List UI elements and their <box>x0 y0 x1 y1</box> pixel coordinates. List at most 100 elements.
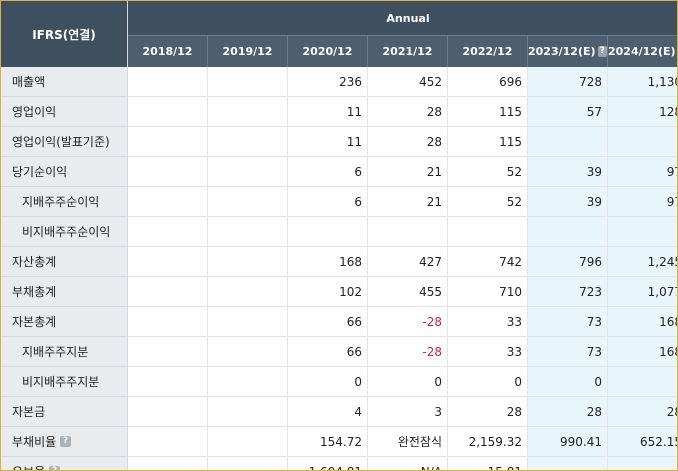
row-label: 자본총계 <box>1 307 128 337</box>
table-cell: 21 <box>368 187 448 217</box>
column-header-5: 2023/12(E)? <box>528 36 608 67</box>
table-cell <box>608 367 677 397</box>
row-label: 매출액 <box>1 67 128 97</box>
column-header-label: 2021/12 <box>382 45 433 58</box>
column-header-label: 2023/12(E) <box>528 45 596 58</box>
table-cell <box>528 217 608 247</box>
row-label-text: 부채총계 <box>12 285 57 299</box>
table-cell <box>128 217 208 247</box>
table-cell: 완전잠식 <box>368 427 448 457</box>
table-cell: 455 <box>368 277 448 307</box>
row-label: 부채비율? <box>1 427 128 457</box>
table-cell: 168 <box>608 307 677 337</box>
help-icon[interactable]: ? <box>597 46 607 57</box>
table-cell: -28 <box>368 337 448 367</box>
row-label: 영업이익(발표기준) <box>1 127 128 157</box>
table-cell: 1,604.81 <box>288 457 368 470</box>
table-cell: 154.72 <box>288 427 368 457</box>
table-cell: 33 <box>448 337 528 367</box>
table-cell: 236 <box>288 67 368 97</box>
row-label: 비지배주주지분 <box>1 367 128 397</box>
table-cell: 723 <box>528 277 608 307</box>
table-cell: 0 <box>528 367 608 397</box>
table-cell: 11 <box>288 127 368 157</box>
column-header-label: 2020/12 <box>302 45 353 58</box>
row-label-text: 비지배주주지분 <box>22 375 100 389</box>
table-cell: 97 <box>608 157 677 187</box>
table-cell <box>128 457 208 470</box>
row-label-text: 지배주주지분 <box>22 345 89 359</box>
table-cell: 73 <box>528 307 608 337</box>
table-cell: 28 <box>528 397 608 427</box>
table-cell: 115 <box>448 127 528 157</box>
table-cell <box>208 67 288 97</box>
row-label-text: 유보율 <box>12 463 45 470</box>
table-cell: 115 <box>448 97 528 127</box>
column-header-4: 2022/12 <box>448 36 528 67</box>
row-label: 부채총계 <box>1 277 128 307</box>
table-cell <box>208 157 288 187</box>
table-cell: 696 <box>448 67 528 97</box>
table-cell: 652.15 <box>608 427 677 457</box>
row-label-text: 부채비율 <box>12 435 57 449</box>
table-cell <box>368 217 448 247</box>
table-cell <box>608 457 677 470</box>
table-cell <box>208 187 288 217</box>
table-cell: 6 <box>288 157 368 187</box>
table-cell: 168 <box>608 337 677 367</box>
help-icon[interactable]: ? <box>49 466 61 470</box>
table-cell: 1,130 <box>608 67 677 97</box>
column-header-label: 2019/12 <box>222 45 273 58</box>
row-label: 당기순이익 <box>1 157 128 187</box>
table-cell: 11 <box>288 97 368 127</box>
table-cell <box>128 427 208 457</box>
row-label-text: 지배주주순이익 <box>22 195 100 209</box>
table-cell <box>208 127 288 157</box>
table-cell <box>208 277 288 307</box>
table-cell <box>208 397 288 427</box>
row-label-text: 영업이익 <box>12 105 57 119</box>
row-label: 지배주주순이익 <box>1 187 128 217</box>
row-label: 유보율? <box>1 457 128 470</box>
column-header-label: 2018/12 <box>142 45 193 58</box>
table-cell <box>128 67 208 97</box>
row-label-text: 자본총계 <box>12 315 57 329</box>
table-cell <box>208 217 288 247</box>
table-cell <box>208 457 288 470</box>
table-cell <box>128 247 208 277</box>
table-cell: 796 <box>528 247 608 277</box>
table-cell: 15.81 <box>448 457 528 470</box>
table-cell: 102 <box>288 277 368 307</box>
table-cell <box>128 307 208 337</box>
table-cell <box>208 337 288 367</box>
row-label-text: 매출액 <box>12 75 46 89</box>
row-label: 자산총계 <box>1 247 128 277</box>
table-cell <box>128 127 208 157</box>
table-cell <box>528 127 608 157</box>
table-cell: 168 <box>288 247 368 277</box>
help-icon[interactable]: ? <box>60 436 72 447</box>
table-cell <box>128 367 208 397</box>
column-header-label: 2024/12(E) <box>608 45 676 58</box>
column-header-label: 2022/12 <box>462 45 513 58</box>
table-cell: 28 <box>368 97 448 127</box>
table-cell <box>448 217 528 247</box>
table-cell: 33 <box>448 307 528 337</box>
row-label-text: 영업이익(발표기준) <box>12 135 110 149</box>
row-label-text: 당기순이익 <box>12 165 68 179</box>
table-cell: 52 <box>448 157 528 187</box>
table-cell: 73 <box>528 337 608 367</box>
table-cell: 6 <box>288 187 368 217</box>
column-header-6: 2024/12(E)? <box>608 36 677 67</box>
table-cell <box>208 97 288 127</box>
column-header-1: 2019/12 <box>208 36 288 67</box>
row-label-text: 자산총계 <box>12 255 57 269</box>
table-cell <box>528 457 608 470</box>
row-label: 비지배주주순이익 <box>1 217 128 247</box>
table-cell: 128 <box>608 97 677 127</box>
table-cell <box>608 217 677 247</box>
table-cell: -28 <box>368 307 448 337</box>
table-cell: 0 <box>288 367 368 397</box>
table-cell <box>128 187 208 217</box>
table-cell <box>208 427 288 457</box>
